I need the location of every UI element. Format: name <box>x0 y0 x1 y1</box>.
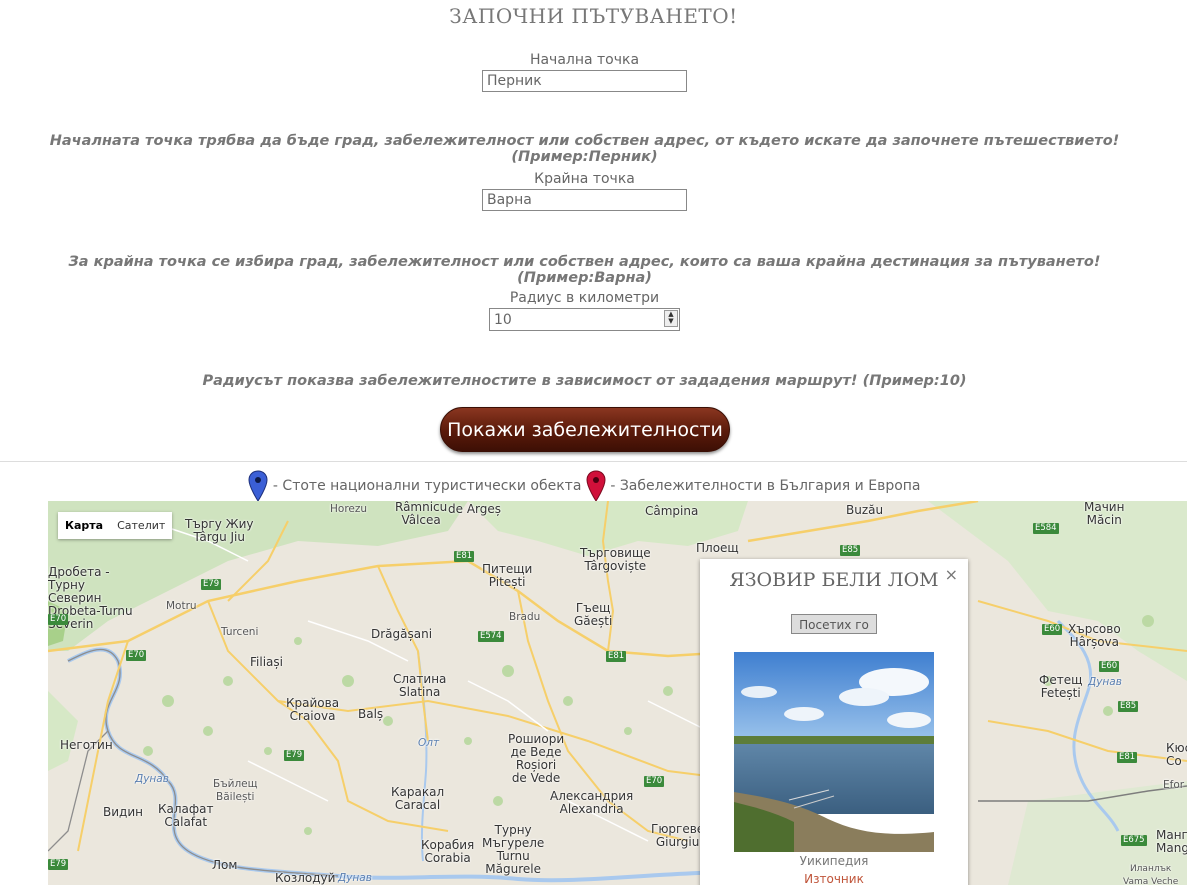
city-label: Хърсово Hârșova <box>1068 622 1121 649</box>
radius-hint: Радиусът показва забележителностите в за… <box>202 373 967 389</box>
city-label: Efor <box>1163 779 1185 791</box>
road-shield: E574 <box>478 631 504 642</box>
show-sights-button[interactable]: Покажи забележителности <box>440 407 730 452</box>
spin-down-icon[interactable]: ▼ <box>665 318 677 325</box>
city-label: Козлодуй <box>275 871 336 885</box>
info-window-title: ЯЗОВИР БЕЛИ ЛОМ <box>729 569 939 591</box>
map-canvas[interactable]: Карта Сателит Търгу Жиу Târgu Jiu Râmnicu… <box>48 501 1187 885</box>
radius-spinner[interactable]: ▲ ▼ <box>664 310 678 327</box>
source-name: Уикипедия <box>799 854 869 868</box>
city-label: Гъещ Găești <box>574 601 613 628</box>
road-shield: E60 <box>1042 624 1063 635</box>
city-label: Bradu <box>509 611 541 623</box>
river-label: Дунав <box>338 872 372 884</box>
city-label: Манг Mang <box>1156 828 1187 855</box>
city-label: Видин <box>103 805 143 819</box>
map-type-satellite-button[interactable]: Сателит <box>110 512 172 539</box>
city-label: Horezu <box>330 503 368 515</box>
road-shield: E60 <box>1099 661 1120 672</box>
road-shield: E675 <box>1121 835 1147 846</box>
river-label: Дунав <box>1088 676 1122 688</box>
road-shield: E584 <box>1033 523 1059 534</box>
info-window: ЯЗОВИР БЕЛИ ЛОМ × Посетих го Уикипедия И… <box>700 559 968 885</box>
red-marker-icon <box>586 470 606 502</box>
radius-input[interactable] <box>489 308 680 331</box>
road-shield: E81 <box>454 551 475 562</box>
blue-marker-icon <box>248 470 268 502</box>
start-label: Начална точка <box>529 52 640 68</box>
end-hint: За крайна точка се избира град, забележи… <box>68 254 1101 286</box>
start-hint: Началната точка трябва да бъде град, заб… <box>49 133 1120 165</box>
city-label: Слатина Slatina <box>393 672 447 699</box>
city-label: Motru <box>166 600 197 612</box>
city-label: Корабия Corabia <box>421 838 475 865</box>
road-shield: E70 <box>644 776 665 787</box>
source-link[interactable]: Източник <box>700 872 968 885</box>
close-icon[interactable]: × <box>945 565 958 584</box>
radius-stepper[interactable]: ▲ ▼ <box>489 308 680 331</box>
city-label: Râmnicu Vâlcea <box>395 501 448 527</box>
city-label: Турну Мъгуреле Turnu Măgurele <box>482 823 545 876</box>
city-label: Drăgășani <box>371 627 433 641</box>
road-shield: E81 <box>1117 752 1138 763</box>
end-point-input[interactable] <box>482 189 687 211</box>
lake-photo <box>734 652 934 852</box>
map-legend: - Стоте национални туристически обекта -… <box>0 470 1169 502</box>
road-shield: E85 <box>1118 701 1139 712</box>
city-label: Filiași <box>250 655 283 669</box>
city-label: Крайова Craiova <box>286 696 340 723</box>
page-title: ЗАПОЧНИ ПЪТУВАНЕТО! <box>449 4 738 28</box>
road-shield: E79 <box>284 750 305 761</box>
map-type-map-button[interactable]: Карта <box>58 512 110 539</box>
visited-button[interactable]: Посетих го <box>791 614 877 634</box>
city-label: Лом <box>212 858 238 872</box>
city-label: Buzău <box>846 503 884 517</box>
city-label: Плоещ <box>696 541 739 555</box>
city-label: Иланлък Vama Veche <box>1123 864 1179 885</box>
road-shield: E70 <box>48 614 69 625</box>
map-type-control: Карта Сателит <box>58 512 173 539</box>
road-shield: E79 <box>201 579 222 590</box>
start-point-input[interactable] <box>482 70 687 92</box>
river-label: Дунав <box>135 773 169 785</box>
radius-label: Радиус в километри <box>509 290 660 306</box>
divider <box>0 461 1187 462</box>
legend-red-text: - Забележителности в България и Европа <box>610 478 921 494</box>
city-label: Търгу Жиу Târgu Jiu <box>185 517 254 544</box>
city-label: Мачин Măcin <box>1084 501 1125 527</box>
legend-blue-text: - Стоте национални туристически обекта <box>272 478 582 494</box>
city-label: Balș <box>358 707 384 721</box>
city-label: Câmpina <box>645 504 699 518</box>
city-label: Turceni <box>221 626 259 638</box>
city-label: Питещи Pitești <box>482 562 533 589</box>
city-label: КюсCo <box>1166 741 1187 768</box>
city-label: Гюргеве Giurgiu <box>651 822 705 849</box>
city-label: Рошиори де Веде Roșiori de Vede <box>508 732 565 785</box>
road-shield: E70 <box>126 650 147 661</box>
road-shield: E81 <box>606 651 627 662</box>
city-label: Каракал Caracal <box>391 785 445 812</box>
city-label: Бъйлещ Băilești <box>213 778 258 803</box>
city-label: de Argeș <box>448 502 501 516</box>
city-label: Александрия Alexandria <box>550 789 634 816</box>
end-label: Крайна точка <box>534 171 635 187</box>
city-label: Калафат Calafat <box>158 802 214 829</box>
city-label: Неготин <box>60 738 113 752</box>
river-label: Олт <box>418 737 440 749</box>
road-shield: E85 <box>840 545 861 556</box>
city-label: Търговище Târgoviște <box>580 546 651 573</box>
city-label: Фетещ Fetești <box>1039 673 1083 700</box>
road-shield: E79 <box>48 859 69 870</box>
